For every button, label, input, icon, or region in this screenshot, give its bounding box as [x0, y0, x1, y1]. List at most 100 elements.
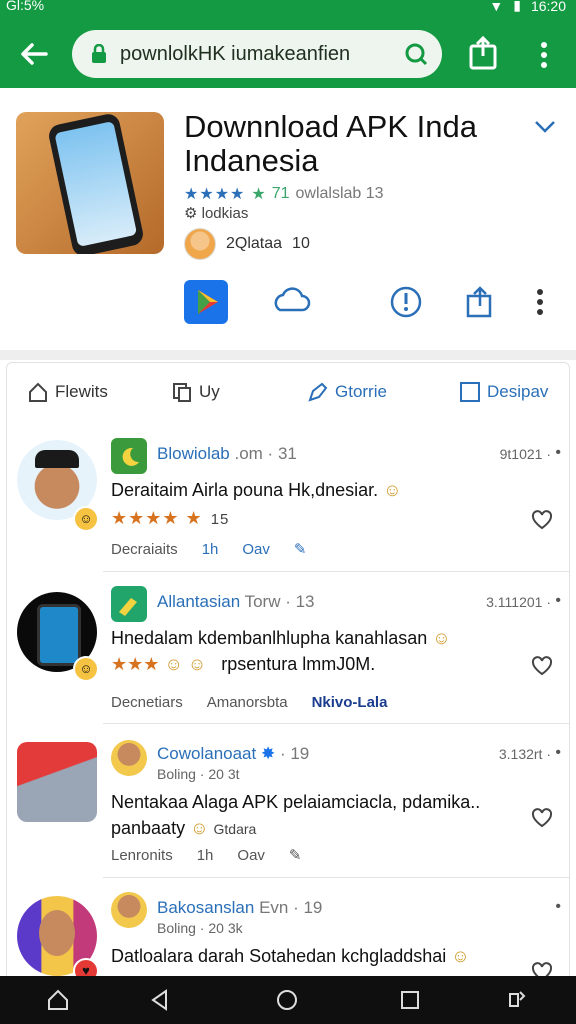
home-icon [29, 382, 47, 402]
battery-icon: ▮ [513, 0, 521, 13]
list-item[interactable]: ♥ Bakosanslan Evn · 19 Boling · 20 3k • … [7, 878, 569, 976]
review-feed: ☺ Blowiolab .om · 31 9t1021 · • Deraitai… [6, 424, 570, 976]
post-author[interactable]: Blowiolab .om · 31 [157, 444, 297, 464]
post-text: Nentakaa Alaga APK pelaiamciacla, pdamik… [111, 792, 480, 813]
author-name: Allantasian [157, 592, 241, 611]
tab-flewits[interactable]: Flewits [27, 381, 108, 403]
rating-text: 71 [271, 185, 290, 202]
tab-gtorrie[interactable]: Gtorrie [307, 381, 387, 403]
heart-icon[interactable] [531, 510, 553, 530]
search-icon[interactable] [404, 42, 428, 66]
recents-square-icon[interactable] [398, 988, 422, 1012]
more-options-icon[interactable]: • [555, 898, 563, 916]
developer-count: 10 [292, 235, 310, 252]
post-text: Datloalara darah Sotahedan kchgladdshai … [111, 946, 470, 967]
status-left: Gl:5% [6, 0, 45, 13]
footer-link[interactable]: Oav [237, 847, 265, 864]
app-thumbnail[interactable] [16, 112, 164, 254]
post-stars: ★★★★ ★ [111, 508, 203, 528]
list-item[interactable]: ☺ Blowiolab .om · 31 9t1021 · • Deraitai… [7, 424, 569, 572]
comment-icon[interactable]: ✎ [289, 846, 302, 864]
developer-name: 2Qlataa [226, 235, 283, 252]
post-stars: ★★★ [111, 654, 160, 674]
more-options-icon[interactable]: • [555, 444, 563, 462]
tab-desipav[interactable]: Desipav [459, 381, 548, 403]
post-author[interactable]: Allantasian Torw · 13 [157, 592, 315, 612]
footer-link[interactable]: Oav [242, 541, 270, 558]
post-text-line: Hnedalam kdembanlhlupha kanahlasan [111, 628, 428, 648]
back-arrow-icon[interactable] [16, 36, 52, 72]
app-sub-label: ⚙ lodkias [184, 204, 248, 222]
more-menu-icon[interactable] [536, 40, 552, 70]
footer-tag[interactable]: Nkivo-Lala [312, 694, 388, 711]
post-footer: Decnetiars Amanorsbta Nkivo-Lala [111, 694, 387, 711]
footer-label[interactable]: Lenronits [111, 847, 173, 864]
share-icon[interactable] [468, 36, 498, 70]
post-text-2: panbaaty ☺ Gtdara [111, 818, 256, 839]
url-text[interactable]: pownlolkHK iumakeanfien [120, 43, 390, 66]
emoji-badge-icon: ♥ [73, 958, 99, 976]
emoji-icon: ☺ [451, 946, 470, 966]
play-icon [198, 290, 218, 314]
status-time: 16:20 [530, 0, 566, 14]
post-time: 9t1021 · [499, 446, 551, 462]
system-nav-bar [0, 976, 576, 1024]
tab-label: Gtorrie [335, 382, 387, 401]
post-text-line: Datloalara darah Sotahedan kchgladdshai [111, 946, 447, 966]
post-text-line: rpsentura lmmJ0M. [221, 654, 376, 674]
tab-uy[interactable]: Uy [171, 381, 220, 403]
post-author[interactable]: Cowolanoaat ✸ · 19 [157, 744, 309, 764]
footer-age: 1h [201, 540, 219, 558]
home-outline-icon[interactable] [46, 988, 70, 1012]
browser-chrome: Gl:5% ▼ ▮ 16:20 pownlolkHK iumakeanfien [0, 0, 576, 88]
developer-row[interactable]: 2Qlataa 10 [184, 228, 310, 260]
channel-icon [111, 438, 147, 474]
play-store-button[interactable] [184, 280, 228, 324]
footer-label[interactable]: Amanorsbta [207, 694, 288, 711]
emoji-icon: ☺ ☺ [164, 654, 207, 674]
post-time: 3.132rt · [498, 746, 551, 762]
more-options-icon[interactable]: • [555, 592, 563, 610]
emoji-icon: ☺ [190, 818, 209, 838]
author-avatar [111, 892, 147, 928]
gear-icon: ⚙ [184, 205, 202, 222]
post-text-2: ★★★ ☺ ☺ rpsentura lmmJ0M. [111, 654, 375, 675]
post-author[interactable]: Bakosanslan Evn · 19 [157, 898, 322, 918]
heart-icon[interactable] [531, 808, 553, 828]
post-rating: ★★★★ ★ 15 [111, 508, 229, 529]
tab-label: Uy [199, 382, 220, 401]
app-header: Downnload APK Inda Indanesia ★★★★ ★ 71 o… [0, 90, 576, 352]
footer-label[interactable]: Decnetiars [111, 694, 183, 711]
home-circle-icon[interactable] [275, 988, 299, 1012]
more-options-icon[interactable] [530, 280, 550, 324]
post-text-line: panbaaty [111, 818, 186, 838]
author-meta: .om · 31 [234, 444, 297, 463]
status-bar: Gl:5% ▼ ▮ 16:20 [0, 0, 576, 18]
list-item[interactable]: Cowolanoaat ✸ · 19 Boling · 20 3t 3.132r… [7, 724, 569, 878]
section-divider [0, 350, 576, 360]
url-bar[interactable]: pownlolkHK iumakeanfien [72, 30, 442, 78]
developer-avatar [184, 228, 216, 260]
heart-icon[interactable] [531, 656, 553, 676]
app-title: Downnload APK Inda Indanesia [184, 109, 477, 178]
action-row [0, 278, 576, 328]
rating-stars: ★★★★ [184, 186, 246, 203]
comment-icon[interactable]: ✎ [294, 540, 307, 558]
rotate-icon[interactable] [504, 988, 528, 1012]
cloud-icon[interactable] [270, 280, 314, 324]
chevron-down-icon[interactable] [534, 120, 556, 134]
alert-icon[interactable] [384, 280, 428, 324]
post-text-content: Deraitaim Airla pouna Hk,dnesiar. [111, 480, 379, 500]
footer-label[interactable]: Decraiaits [111, 541, 178, 558]
user-avatar[interactable] [17, 742, 97, 822]
back-triangle-icon[interactable] [148, 988, 172, 1012]
share-app-icon[interactable] [458, 280, 502, 324]
heart-icon[interactable] [531, 962, 553, 976]
more-options-icon[interactable]: • [555, 744, 563, 762]
list-item[interactable]: ☺ Allantasian Torw · 13 3.111201 · • Hne… [7, 572, 569, 724]
emoji-icon: ☺ [432, 628, 451, 648]
verified-icon: ✸ [260, 744, 276, 763]
author-avatar [111, 740, 147, 776]
footer-age: 1h [196, 846, 214, 864]
star-outline-icon: ★ [251, 186, 266, 203]
